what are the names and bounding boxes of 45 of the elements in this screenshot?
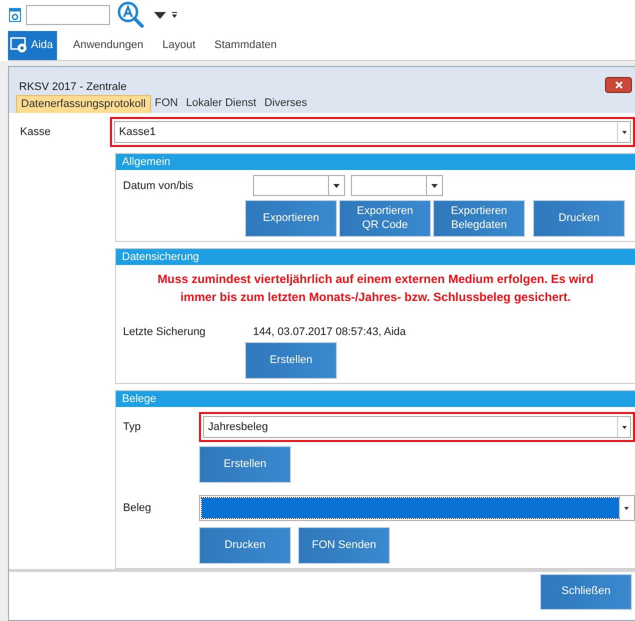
field-label: Beleg — [122, 502, 152, 514]
receipt-dropdown[interactable] — [199, 495, 635, 521]
export-button[interactable]: Drucken — [533, 200, 625, 237]
field-label: Letzte Sicherung — [122, 326, 207, 338]
create-button[interactable]: Erstellen — [199, 446, 291, 483]
dialog-tab[interactable]: FON — [150, 95, 182, 113]
group-header: Datensicherung — [116, 249, 635, 265]
caret-icon — [333, 184, 340, 188]
ribbon-tab[interactable]: Aida — [8, 30, 58, 60]
field-label: Kasse — [19, 126, 52, 138]
caret-icon — [624, 506, 628, 510]
close-dialog-button[interactable]: Schließen — [540, 574, 632, 610]
export-button[interactable]: Exportieren Belegdaten — [433, 200, 525, 237]
dialog-tab[interactable]: Lokaler Dienst — [182, 95, 260, 113]
cash-register-dropdown[interactable]: Kasse1 — [114, 121, 631, 143]
dropdown-caret-icon[interactable] — [154, 12, 166, 19]
caret-icon — [622, 130, 626, 134]
dialog-tab[interactable]: Diverses — [260, 95, 312, 113]
group-header: Allgemein — [116, 154, 635, 170]
create-button[interactable]: Erstellen — [245, 342, 337, 379]
ribbon-tab[interactable]: Stammdaten — [212, 30, 294, 60]
search-icon[interactable] — [117, 1, 145, 30]
app-icon[interactable] — [9, 8, 21, 22]
window-title: RKSV 2017 - Zentrale — [19, 81, 127, 93]
export-button[interactable]: Exportieren QR Code — [339, 200, 431, 237]
group-header: Belege — [116, 391, 635, 407]
field-label: Typ — [122, 421, 142, 433]
customize-icon[interactable] — [172, 12, 177, 18]
close-icon — [614, 81, 622, 89]
dialog-tab[interactable]: Datenerfassungsprotokoll — [16, 95, 151, 113]
ribbon-tab[interactable]: Layout — [160, 30, 212, 60]
backup-info: 144, 03.07.2017 08:57:43, Aida — [253, 326, 406, 338]
caret-icon — [622, 426, 626, 428]
receipt-button[interactable]: FON Senden — [298, 527, 390, 564]
type-dropdown[interactable]: Jahresbeleg — [203, 416, 631, 438]
ribbon-tab[interactable]: Anwendungen — [71, 30, 160, 60]
date-dropdown[interactable] — [253, 175, 345, 196]
field-label: Datum von/bis — [122, 180, 194, 192]
caret-icon — [431, 184, 438, 188]
search-field[interactable] — [26, 5, 110, 26]
close-button[interactable] — [605, 77, 632, 93]
warning-text: Muss zumindest vierteljährlich auf einem externen Medium erfolgen. Es wird immer bis zum letzten Monats-/Jahres- bzw. Schlussbeleg gesichert. — [156, 271, 595, 306]
date-dropdown[interactable] — [351, 175, 443, 196]
export-button[interactable]: Exportieren — [245, 200, 337, 237]
receipt-button[interactable]: Drucken — [199, 527, 291, 564]
